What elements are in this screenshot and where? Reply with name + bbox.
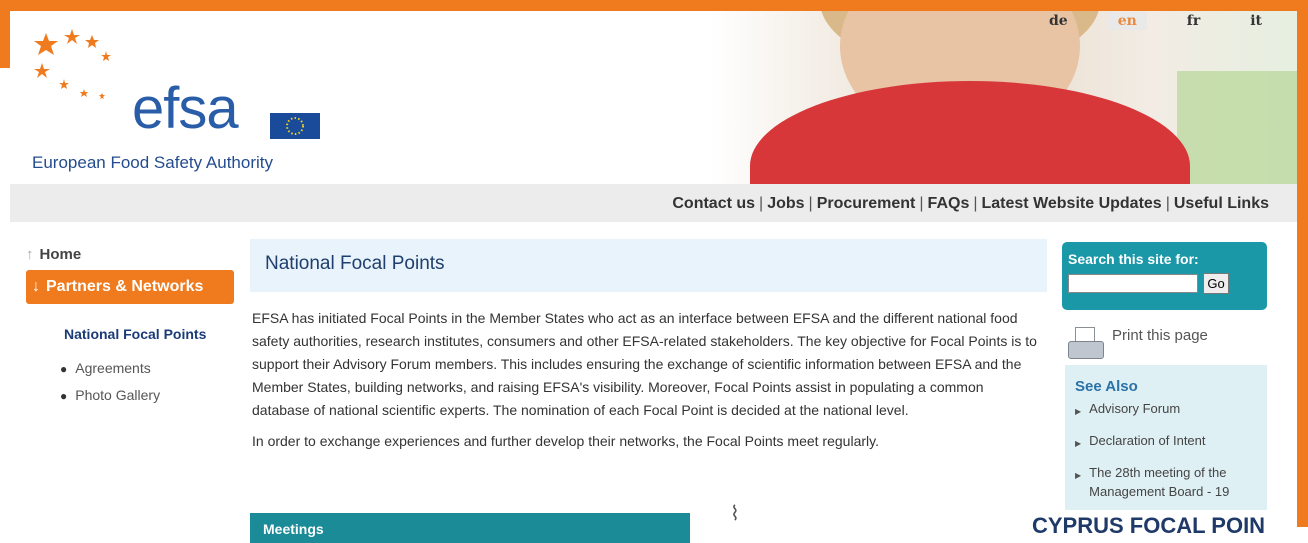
intro-paragraph: EFSA has initiated Focal Points in the M… [252, 310, 1037, 418]
search-input[interactable] [1068, 274, 1198, 293]
hero-image: de en fr it [710, 11, 1297, 184]
see-also-label: Declaration of Intent [1089, 433, 1206, 448]
lang-it[interactable]: it [1240, 12, 1272, 30]
top-navigation: Contact us | Jobs | Procurement | FAQs | Latest … [10, 184, 1297, 222]
lang-fr[interactable]: fr [1177, 12, 1210, 30]
nav-agreements-label: Agreements [75, 360, 151, 376]
arrow-up-icon: ↑ [26, 246, 34, 263]
see-also-box: See Also ▶ Advisory Forum ▶ Declaration of… [1065, 365, 1267, 510]
meetings-heading: Meetings [250, 513, 690, 543]
link-contact-us[interactable]: Contact us [672, 195, 755, 212]
link-procurement[interactable]: Procurement [817, 195, 916, 212]
arrow-down-icon: ↓ [32, 278, 40, 295]
see-also-declaration[interactable]: ▶ Declaration of Intent [1075, 431, 1267, 453]
nav-home-label: Home [39, 246, 82, 263]
logo-subtitle: European Food Safety Authority [32, 153, 273, 172]
print-page-link[interactable]: Print this page [1068, 327, 1208, 361]
nav-national-focal-points[interactable]: National Focal Points [64, 326, 206, 342]
bullet-icon: ● [60, 389, 68, 403]
search-box: Search this site for: Go [1062, 242, 1267, 310]
see-also-advisory-forum[interactable]: ▶ Advisory Forum [1075, 399, 1267, 421]
right-orange-border [1297, 0, 1308, 527]
nav-partners-networks[interactable]: ↓ Partners & Networks [26, 270, 234, 304]
see-also-label: The 28th meeting of the Management Board… [1089, 465, 1230, 499]
page: efsa European Food Safety Authority de e… [10, 11, 1297, 543]
cyprus-banner: CYPRUS FOCAL POIN [1032, 513, 1266, 538]
left-orange-accent [0, 0, 10, 68]
search-label: Search this site for: [1068, 251, 1199, 267]
triangle-right-icon: ▶ [1075, 439, 1082, 448]
link-latest-updates[interactable]: Latest Website Updates [982, 195, 1162, 212]
efsa-logo[interactable]: efsa European Food Safety Authority [32, 29, 332, 179]
see-also-28th-meeting[interactable]: ▶ The 28th meeting of the Management Boar… [1075, 463, 1267, 501]
link-useful-links[interactable]: Useful Links [1174, 195, 1269, 212]
page-title: National Focal Points [250, 239, 1047, 292]
logo-wordmark: efsa [132, 76, 239, 141]
language-switcher: de en fr it [1039, 12, 1272, 30]
top-orange-border [0, 0, 1308, 11]
link-jobs[interactable]: Jobs [767, 195, 804, 212]
nav-partners-label: Partners & Networks [46, 278, 204, 295]
see-also-label: Advisory Forum [1089, 401, 1181, 416]
bullet-icon: ● [60, 362, 68, 376]
lang-en[interactable]: en [1107, 12, 1147, 30]
corkscrew-icon: ⌇ [730, 503, 740, 525]
nav-photo-gallery-label: Photo Gallery [75, 387, 161, 403]
triangle-right-icon: ▶ [1075, 407, 1082, 416]
nav-home[interactable]: ↑ Home [26, 246, 81, 263]
nav-agreements[interactable]: ● Agreements [60, 360, 160, 376]
meetings-paragraph: In order to exchange experiences and fur… [252, 433, 879, 449]
eu-flag-icon [270, 113, 320, 139]
nav-photo-gallery[interactable]: ● Photo Gallery [60, 387, 160, 403]
print-label: Print this page [1112, 327, 1208, 344]
printer-icon [1068, 327, 1104, 361]
stars-icon [34, 29, 111, 99]
lang-de[interactable]: de [1039, 12, 1078, 30]
see-also-title: See Also [1075, 378, 1138, 395]
go-button[interactable]: Go [1203, 273, 1229, 294]
link-faqs[interactable]: FAQs [928, 195, 970, 212]
main-content: National Focal Points EFSA has initiated… [250, 239, 1047, 543]
triangle-right-icon: ▶ [1075, 471, 1082, 480]
